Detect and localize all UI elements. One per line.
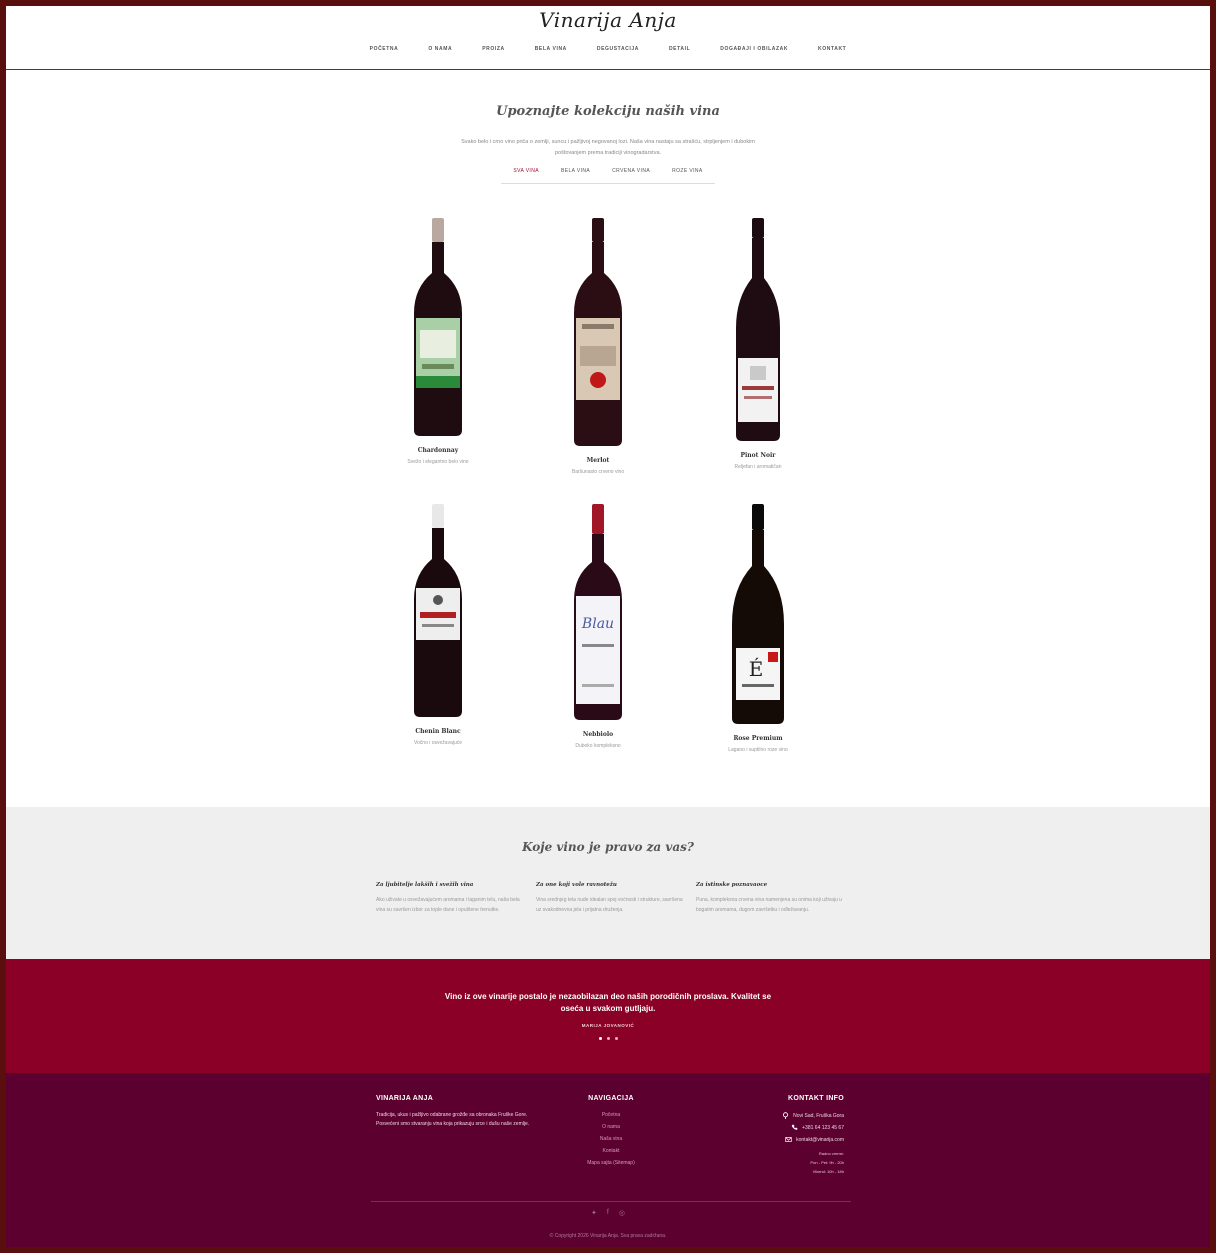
collection-intro: Svako belo i crno vino priča o zemlji, s… (461, 139, 755, 156)
wine-collection-section: Upoznajte kolekciju naših vina Svako bel… (6, 70, 1210, 778)
wine-name: Pinot Noir (740, 452, 776, 459)
which-column-text: Puna, kompleksna crvena vina namenjena s… (696, 897, 842, 913)
which-column-text: Ako uživate u osvežavajućem aromama i la… (376, 897, 520, 913)
wine-bottle-image (736, 218, 780, 441)
copyright: © Copyright 2026 Vinarija Anja. Sva prav… (549, 1233, 667, 1239)
main-nav: POČETNA O NAMA PROIZA BELA VINA DEGUSTAC… (6, 46, 1210, 52)
wine-bottle-image (414, 218, 462, 436)
wine-desc: Reljefan i aromatičan (734, 464, 782, 470)
wine-bottle-image (574, 218, 622, 446)
footer-link-o-nama[interactable]: O nama (566, 1124, 656, 1130)
contact-phone-row: +381 64 123 45 67 (694, 1124, 844, 1131)
hours-line: Vikend: 10h - 18h (812, 1169, 844, 1174)
page-frame: Vinarija Anja POČETNA O NAMA PROIZA BELA… (6, 6, 1210, 1247)
which-column-heading: Za one koji vole ravnotežu (536, 882, 617, 888)
wine-card[interactable]: Merlot Baršunasto crveno vino (528, 218, 668, 475)
wine-desc: Baršunasto crveno vino (571, 469, 625, 475)
wine-filter-tabs: SVA VINA BELA VINA CRVENA VINA ROZE VINA (501, 168, 715, 184)
wine-bottle-image: É (732, 504, 784, 724)
contact-phone[interactable]: +381 64 123 45 67 (802, 1125, 844, 1131)
testimonial-section: Vino iz ove vinarije postalo je nezaobil… (6, 959, 1210, 1073)
contact-address-row: Novi Sad, Fruška Gora (694, 1112, 844, 1119)
wine-name: Nebbiolo (582, 731, 614, 738)
wine-name: Rose Premium (733, 735, 783, 742)
footer-about-title: VINARIJA ANJA (376, 1095, 434, 1102)
which-column-text: Vina srednjeg tela nude idealan spoj voć… (536, 897, 683, 913)
wine-card[interactable]: Pinot Noir Reljefan i aromatičan (688, 218, 828, 470)
instagram-icon[interactable]: ◎ (619, 1209, 625, 1217)
phone-icon (791, 1124, 798, 1130)
footer-link-sitemap[interactable]: Mapa sajta (Sitemap) (566, 1160, 656, 1166)
social-links: ✦ f ◎ (6, 1209, 1210, 1217)
wine-card[interactable]: Blau Nebbiolo Duboko kompleksno (528, 504, 668, 749)
which-title: Koje vino je pravo za vas? (522, 840, 694, 854)
which-wine-section: Koje vino je pravo za vas? Za ljubitelje… (6, 807, 1210, 959)
facebook-icon[interactable]: f (607, 1209, 609, 1217)
nav-item-kontakt[interactable]: KONTAKT (818, 46, 846, 52)
tab-sva-vina[interactable]: SVA VINA (513, 168, 539, 174)
site-header: Vinarija Anja POČETNA O NAMA PROIZA BELA… (6, 6, 1210, 70)
tab-roze-vina[interactable]: ROZE VINA (672, 168, 703, 174)
wine-bottle-image (414, 504, 462, 717)
contact-address: Novi Sad, Fruška Gora (793, 1112, 844, 1119)
wine-desc: Lagano i suptilno roze vino (728, 747, 788, 753)
collection-title: Upoznajte kolekciju naših vina (496, 104, 720, 119)
tab-crvena-vina[interactable]: CRVENA VINA (612, 168, 650, 174)
wine-desc: Vočno i osvežavajuće (413, 740, 463, 746)
nav-item-o-nama[interactable]: O NAMA (428, 46, 452, 52)
nav-item-bela-vina[interactable]: BELA VINA (535, 46, 567, 52)
site-logo[interactable]: Vinarija Anja (6, 8, 1210, 32)
wine-name: Merlot (586, 457, 610, 464)
site-footer: VINARIJA ANJA Tradicija, ukus i pažljivo… (6, 1073, 1210, 1247)
footer-about-text: Tradicija, ukus i pažljivo odabrane grož… (376, 1112, 530, 1127)
wine-grid: Chardonnay Svežo i elegantno belo vino M… (368, 218, 848, 778)
hours-title: Radno vreme: (818, 1151, 844, 1156)
slider-dot[interactable] (598, 1037, 602, 1040)
wine-card[interactable]: Chardonnay Svežo i elegantno belo vino (368, 218, 508, 465)
nav-item-pocetna[interactable]: POČETNA (370, 46, 399, 52)
tab-bela-vina[interactable]: BELA VINA (561, 168, 590, 174)
wine-name: Chenin Blanc (415, 728, 461, 735)
footer-about: VINARIJA ANJA Tradicija, ukus i pažljivo… (376, 1095, 536, 1128)
footer-contact-title: KONTAKT INFO (788, 1095, 844, 1102)
slider-dot[interactable] (606, 1037, 610, 1040)
testimonial-author: MARIJA JOVANOVIĆ (581, 1023, 635, 1028)
wine-desc: Duboko kompleksno (575, 743, 621, 749)
footer-link-nasa-vina[interactable]: Naša vina (566, 1136, 656, 1142)
footer-contact: KONTAKT INFO Novi Sad, Fruška Gora +381 … (694, 1095, 844, 1176)
which-columns: Za ljubitelje lakših i svežih vina Ako u… (376, 882, 846, 915)
which-column: Za istinske poznavaoce Puna, kompleksna … (696, 882, 846, 915)
testimonial-text: Vino iz ove vinarije postalo je nezaobil… (444, 992, 772, 1013)
nav-item-detail[interactable]: DETAIL (669, 46, 690, 52)
nav-item-dogadjaji[interactable]: DOGAĐAJI I OBILAZAK (720, 46, 788, 52)
wine-name: Chardonnay (417, 447, 459, 454)
wine-card[interactable]: É Rose Premium Lagano i suptilno roze vi… (688, 504, 828, 753)
testimonial-dots (6, 1037, 1210, 1040)
which-column: Za ljubitelje lakših i svežih vina Ako u… (376, 882, 526, 915)
envelope-icon (785, 1137, 792, 1142)
svg-text:Blau: Blau (581, 616, 614, 632)
twitter-icon[interactable]: ✦ (591, 1209, 597, 1217)
footer-link-kontakt[interactable]: Kontakt (566, 1148, 656, 1154)
bottle-label (576, 596, 620, 704)
contact-email[interactable]: kontakt@vinarija.com (796, 1137, 844, 1143)
location-pin-icon (783, 1112, 789, 1119)
contact-email-row: kontakt@vinarija.com (694, 1136, 844, 1143)
wine-card[interactable]: Chenin Blanc Vočno i osvežavajuće (368, 504, 508, 746)
hours-line: Pon - Pet: 9h - 20h (810, 1160, 844, 1165)
footer-divider (371, 1201, 851, 1202)
wine-desc: Svežo i elegantno belo vino (407, 459, 469, 465)
which-column-heading: Za istinske poznavaoce (696, 882, 768, 888)
which-column: Za one koji vole ravnotežu Vina srednjeg… (536, 882, 686, 915)
nav-item-degustacija[interactable]: DEGUSTACIJA (597, 46, 639, 52)
footer-link-pocetna[interactable]: Početna (566, 1112, 656, 1118)
footer-nav-title: NAVIGACIJA (588, 1095, 634, 1102)
opening-hours: Radno vreme: Pon - Pet: 9h - 20h Vikend:… (694, 1149, 844, 1176)
nav-item-proiza[interactable]: PROIZA (482, 46, 505, 52)
svg-text:É: É (749, 657, 764, 681)
wine-bottle-image: Blau (574, 504, 622, 720)
slider-dot[interactable] (614, 1037, 618, 1040)
footer-nav: NAVIGACIJA Početna O nama Naša vina Kont… (566, 1095, 656, 1166)
which-column-heading: Za ljubitelje lakših i svežih vina (376, 882, 474, 888)
